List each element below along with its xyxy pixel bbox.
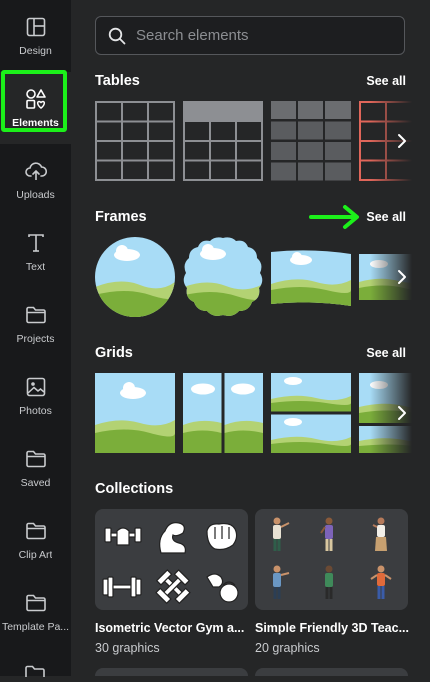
frame-thumbnail[interactable] bbox=[95, 237, 175, 317]
folder-icon bbox=[24, 664, 46, 682]
section-title-grids: Grids bbox=[95, 345, 133, 361]
folder-icon bbox=[25, 304, 47, 326]
section-title-frames: Frames bbox=[95, 209, 147, 225]
sidebar-item-label: Photos bbox=[19, 405, 52, 417]
elements-highlight-box bbox=[1, 70, 67, 132]
collection-card-partial bbox=[255, 668, 408, 676]
collection-subtitle: 20 graphics bbox=[255, 641, 320, 655]
search-bar[interactable] bbox=[95, 16, 405, 55]
text-icon bbox=[25, 232, 47, 254]
folder-icon bbox=[25, 520, 47, 542]
image-icon bbox=[25, 376, 47, 398]
frame-thumbnail[interactable] bbox=[271, 248, 351, 306]
frame-thumbnail[interactable] bbox=[181, 236, 265, 318]
sidebar: Design Elements Uploads Text Projects Ph… bbox=[0, 0, 71, 677]
sidebar-item-label: Template Pa... bbox=[1, 621, 70, 633]
sidebar-item-label: Projects bbox=[16, 333, 55, 345]
search-input[interactable] bbox=[134, 26, 388, 45]
table-thumbnail[interactable] bbox=[95, 101, 175, 181]
table-thumbnail[interactable] bbox=[183, 101, 263, 181]
sidebar-item-label: Text bbox=[25, 261, 46, 273]
sidebar-item-label: Saved bbox=[20, 477, 51, 489]
collection-title: Simple Friendly 3D Teac... bbox=[255, 621, 409, 635]
sidebar-item-design[interactable]: Design bbox=[0, 0, 71, 72]
sidebar-item-template-pa[interactable]: Template Pa... bbox=[0, 576, 71, 648]
sidebar-item-label: Clip Art bbox=[18, 549, 53, 561]
chevron-right-icon[interactable] bbox=[392, 121, 412, 161]
collection-subtitle: 30 graphics bbox=[95, 641, 160, 655]
sidebar-item-label: Uploads bbox=[16, 189, 55, 201]
chevron-right-icon[interactable] bbox=[392, 393, 412, 433]
cloud-upload-icon bbox=[24, 160, 47, 182]
section-title-tables: Tables bbox=[95, 73, 140, 89]
see-all-tables-link[interactable]: See all bbox=[366, 74, 406, 88]
grid-thumbnail[interactable] bbox=[271, 373, 351, 453]
elements-panel: Tables See all Frames See all Grids See … bbox=[71, 0, 430, 676]
grid-thumbnail[interactable] bbox=[95, 373, 175, 453]
see-all-frames-link[interactable]: See all bbox=[366, 210, 406, 224]
collection-card-gym[interactable] bbox=[95, 509, 248, 610]
sidebar-item-clip-art[interactable]: Clip Art bbox=[0, 504, 71, 576]
collection-card-teachers[interactable] bbox=[255, 509, 408, 610]
folder-icon bbox=[25, 448, 47, 470]
sidebar-item-uploads[interactable]: Uploads bbox=[0, 144, 71, 216]
sidebar-item-label: Design bbox=[19, 45, 52, 57]
folder-icon bbox=[25, 592, 47, 614]
search-icon bbox=[108, 27, 126, 45]
collection-title: Isometric Vector Gym a... bbox=[95, 621, 245, 635]
arrow-right-icon bbox=[309, 204, 363, 235]
layout-icon bbox=[25, 16, 47, 38]
sidebar-item-text[interactable]: Text bbox=[0, 216, 71, 288]
see-all-grids-link[interactable]: See all bbox=[366, 346, 406, 360]
grid-thumbnail[interactable] bbox=[183, 373, 263, 453]
chevron-right-icon[interactable] bbox=[392, 257, 412, 297]
sidebar-item-projects[interactable]: Projects bbox=[0, 288, 71, 360]
sidebar-item-saved[interactable]: Saved bbox=[0, 432, 71, 504]
collection-card-partial bbox=[95, 668, 248, 676]
section-title-collections: Collections bbox=[95, 481, 174, 497]
sidebar-item-photos[interactable]: Photos bbox=[0, 360, 71, 432]
table-thumbnail[interactable] bbox=[271, 101, 351, 181]
